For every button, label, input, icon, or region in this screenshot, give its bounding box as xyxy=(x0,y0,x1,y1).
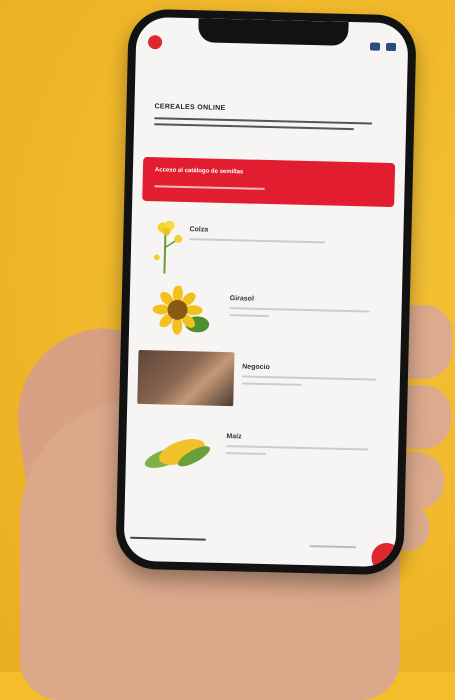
corn-image xyxy=(144,439,211,468)
item-title: Maíz xyxy=(226,433,242,441)
list-item[interactable]: Colza xyxy=(189,226,329,244)
list-item[interactable]: Negocio xyxy=(241,363,382,387)
sunflower-image xyxy=(152,285,210,335)
item-title: Negocio xyxy=(242,363,270,372)
phone-screen: CEREALES ONLINE Acceso al catálogo de se… xyxy=(123,16,409,568)
list-item[interactable]: Girasol xyxy=(229,295,377,320)
item-title: Girasol xyxy=(229,295,255,303)
smartphone: CEREALES ONLINE Acceso al catálogo de se… xyxy=(115,8,417,576)
page-title: CEREALES ONLINE xyxy=(154,103,226,112)
banner-title: Acceso al catálogo de semillas xyxy=(154,167,244,176)
rapeseed-flower-image xyxy=(153,220,183,274)
catalog-banner[interactable]: Acceso al catálogo de semillas xyxy=(142,156,396,208)
phone-notch xyxy=(198,18,349,46)
intro-text xyxy=(154,117,373,134)
menu-icon[interactable] xyxy=(385,42,397,52)
list-item[interactable]: Maíz xyxy=(226,433,376,458)
footer-link[interactable] xyxy=(309,545,356,549)
business-photo xyxy=(137,349,235,407)
footer-text xyxy=(129,536,206,545)
app-logo-icon[interactable] xyxy=(147,35,163,50)
banner-subtext xyxy=(154,185,265,190)
flag-icon[interactable] xyxy=(369,42,381,51)
top-icons xyxy=(369,42,397,52)
item-title: Colza xyxy=(189,226,209,234)
